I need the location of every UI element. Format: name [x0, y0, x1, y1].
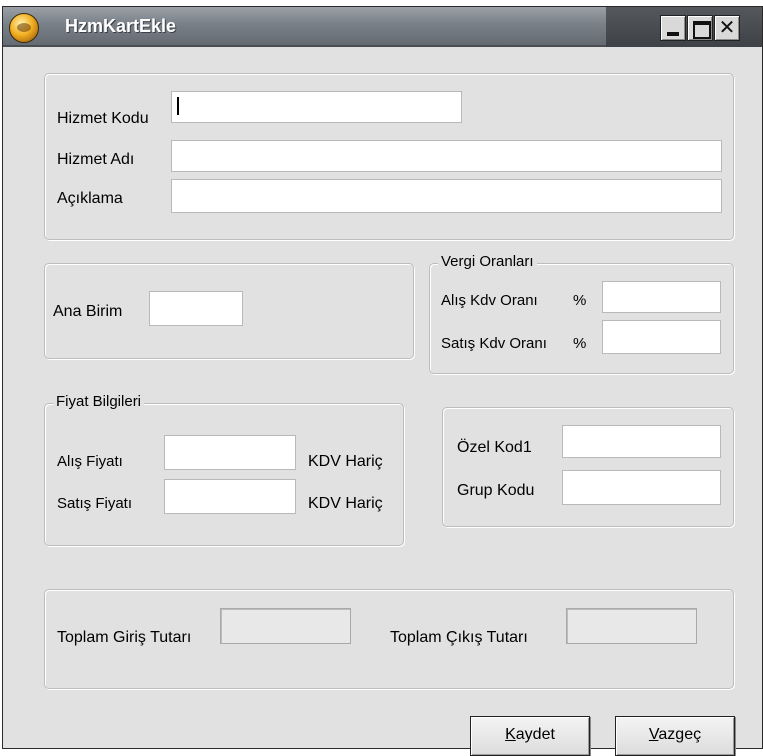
description-input[interactable]: [171, 179, 722, 213]
total-in-label: Toplam Giriş Tutarı: [57, 629, 192, 646]
purchase-vat-input[interactable]: [602, 281, 721, 313]
total-out-label: Toplam Çıkış Tutarı: [390, 629, 528, 646]
close-icon: ✕: [718, 17, 736, 39]
purchase-vat-label: Alış Kdv Oranı: [441, 292, 538, 309]
main-unit-label: Ana Birim: [53, 303, 123, 320]
minimize-button[interactable]: [660, 15, 686, 41]
sale-price-input[interactable]: [164, 479, 296, 514]
save-button[interactable]: Kaydet: [470, 716, 590, 756]
total-in-input: [220, 608, 351, 644]
description-label: Açıklama: [57, 190, 123, 207]
service-code-input[interactable]: [171, 91, 462, 123]
app-icon[interactable]: [9, 13, 39, 43]
cancel-button[interactable]: Vazgeç: [615, 716, 735, 756]
cancel-button-accel: V: [648, 726, 659, 743]
main-unit-input[interactable]: [149, 291, 243, 326]
group-code-label: Grup Kodu: [457, 482, 535, 499]
purchase-price-input[interactable]: [164, 435, 296, 470]
save-button-label: aydet: [515, 726, 555, 743]
close-button[interactable]: ✕: [714, 15, 740, 41]
cancel-button-label: azgeç: [658, 726, 702, 743]
price-info-group: [44, 403, 404, 546]
group-code-input[interactable]: [562, 470, 721, 505]
purchase-vat-percent-sign: %: [573, 292, 587, 309]
service-name-input[interactable]: [171, 140, 722, 172]
save-button-accel: K: [505, 726, 516, 743]
text-caret: [177, 97, 179, 115]
special-code-input[interactable]: [562, 425, 721, 458]
special-code-label: Özel Kod1: [457, 439, 532, 456]
price-info-legend: Fiyat Bilgileri: [53, 393, 145, 410]
sale-price-vat-excluded-label: KDV Hariç: [308, 495, 383, 512]
sale-vat-percent-sign: %: [573, 335, 587, 352]
service-code-label: Hizmet Kodu: [57, 110, 149, 127]
total-out-input: [566, 608, 697, 644]
purchase-price-vat-excluded-label: KDV Hariç: [308, 453, 383, 470]
sale-vat-label: Satış Kdv Oranı: [441, 335, 547, 352]
service-name-label: Hizmet Adı: [57, 151, 135, 168]
sale-price-label: Satış Fiyatı: [57, 495, 133, 512]
maximize-button[interactable]: [687, 15, 713, 41]
sale-vat-input[interactable]: [602, 320, 721, 354]
window-title: HzmKartEkle: [65, 16, 177, 36]
form-window: HzmKartEkle ✕ Hizmet Kodu Hizmet Adı Açı…: [2, 6, 763, 756]
purchase-price-label: Alış Fiyatı: [57, 453, 123, 470]
tax-rates-legend: Vergi Oranları: [438, 253, 537, 270]
tax-rates-group: [429, 263, 734, 374]
